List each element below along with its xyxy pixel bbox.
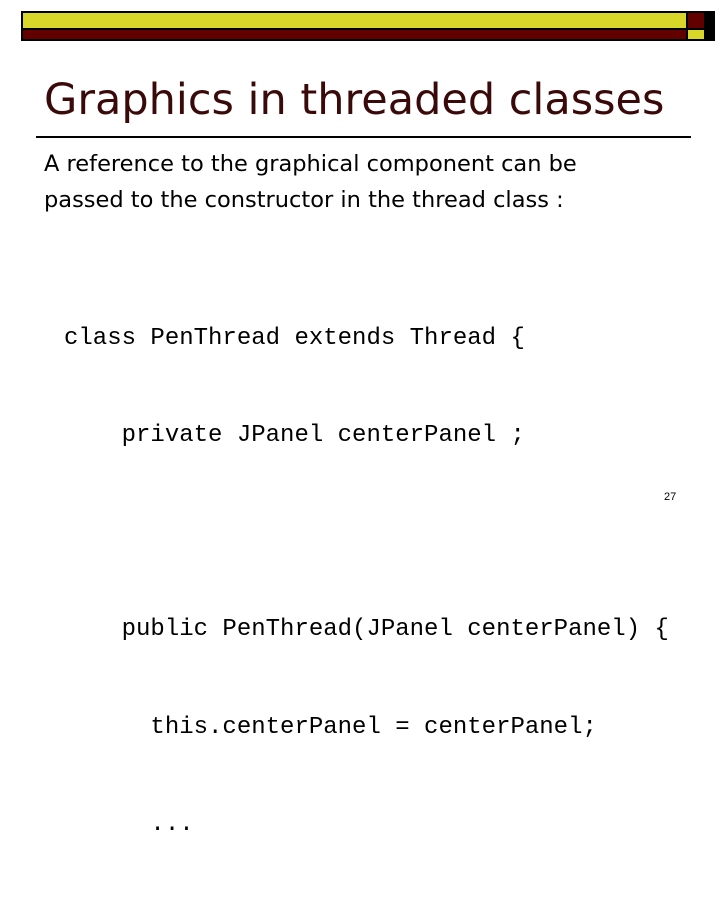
code-line: class PenThread extends Thread { — [64, 324, 525, 352]
header-bar-yellow-stripe — [23, 13, 686, 28]
header-bar-maroon-block — [688, 13, 704, 28]
header-bar-maroon-stripe — [23, 30, 686, 39]
body-line: passed to the constructor in the thread … — [44, 187, 564, 213]
code-line: this.centerPanel = centerPanel; — [64, 713, 597, 741]
header-decorative-bar — [21, 11, 715, 41]
title-underline — [36, 136, 691, 138]
code-line: private JPanel centerPanel ; — [64, 422, 525, 450]
code-block: class PenThread extends Thread { private… — [64, 258, 669, 906]
code-line: public PenThread(JPanel centerPanel) { — [64, 616, 669, 644]
code-line: ... — [64, 810, 194, 838]
header-bar-yellow-block — [688, 30, 704, 39]
slide: Graphics in threaded classes A reference… — [0, 0, 720, 838]
page-number: 27 — [664, 491, 677, 503]
body-text: A reference to the graphical component c… — [44, 146, 577, 218]
body-line: A reference to the graphical component c… — [44, 151, 577, 177]
slide-title: Graphics in threaded classes — [44, 75, 665, 125]
